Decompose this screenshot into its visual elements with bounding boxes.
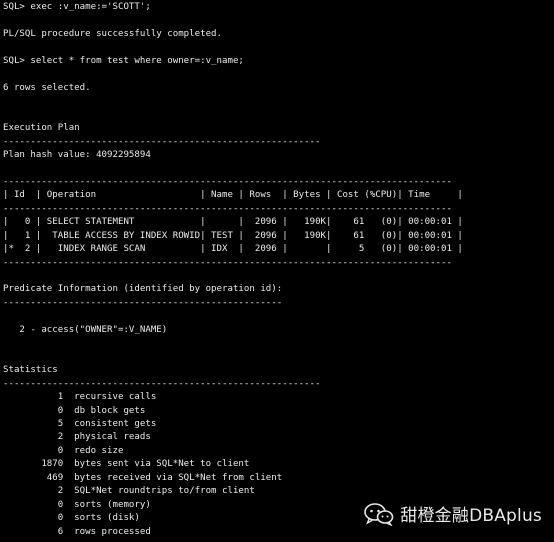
terminal-line: 1870 bytes sent via SQL*Net to client — [3, 459, 250, 470]
terminal-line: 6 rows processed — [3, 526, 151, 537]
terminal-line: 0 db block gets — [3, 405, 146, 416]
terminal-line: 5 consistent gets — [3, 418, 157, 429]
terminal-line: ----------------------------------------… — [3, 203, 452, 214]
wechat-icon — [364, 502, 394, 526]
terminal-line: PL/SQL procedure successfully completed. — [3, 28, 222, 39]
terminal-output: SQL> exec :v_name:='SCOTT'; PL/SQL proced… — [0, 0, 554, 542]
terminal-line: 0 sorts (memory) — [3, 499, 151, 510]
terminal-line: 2 SQL*Net roundtrips to/from client — [3, 486, 255, 497]
terminal-line: | 0 | SELECT STATEMENT | | 2096 | 190K| … — [3, 217, 463, 228]
terminal-line: 2 physical reads — [3, 432, 151, 443]
watermark-text: 甜橙金融DBAplus — [400, 506, 542, 526]
terminal-line: ----------------------------------------… — [3, 176, 452, 187]
terminal-line: ----------------------------------------… — [3, 136, 321, 147]
terminal-line: SQL> exec :v_name:='SCOTT'; — [3, 2, 151, 12]
terminal-line: 469 bytes received via SQL*Net from clie… — [3, 472, 283, 483]
terminal-line: Plan hash value: 4092295894 — [3, 149, 151, 160]
terminal-line: 2 - access("OWNER"=:V_NAME) — [3, 324, 168, 335]
terminal-line: ----------------------------------------… — [3, 378, 321, 389]
terminal-line: Statistics — [3, 365, 58, 376]
terminal-line: 6 rows selected. — [3, 82, 91, 93]
watermark: 甜橙金融DBAplus — [364, 501, 542, 526]
terminal-line: Predicate Information (identified by ope… — [3, 284, 283, 295]
terminal-line: ----------------------------------------… — [3, 297, 283, 308]
terminal-line: 0 sorts (disk) — [3, 513, 140, 524]
terminal-line: |* 2 | INDEX RANGE SCAN | IDX | 2096 | |… — [3, 244, 463, 255]
terminal-line: | 1 | TABLE ACCESS BY INDEX ROWID| TEST … — [3, 230, 463, 241]
terminal-line: Execution Plan — [3, 123, 80, 134]
terminal-line: ----------------------------------------… — [3, 257, 452, 268]
terminal-line: 1 recursive calls — [3, 392, 157, 403]
terminal-line: SQL> select * from test where owner=:v_n… — [3, 55, 244, 66]
terminal-line: 0 redo size — [3, 445, 124, 456]
terminal-line: | Id | Operation | Name | Rows | Bytes |… — [3, 190, 463, 201]
